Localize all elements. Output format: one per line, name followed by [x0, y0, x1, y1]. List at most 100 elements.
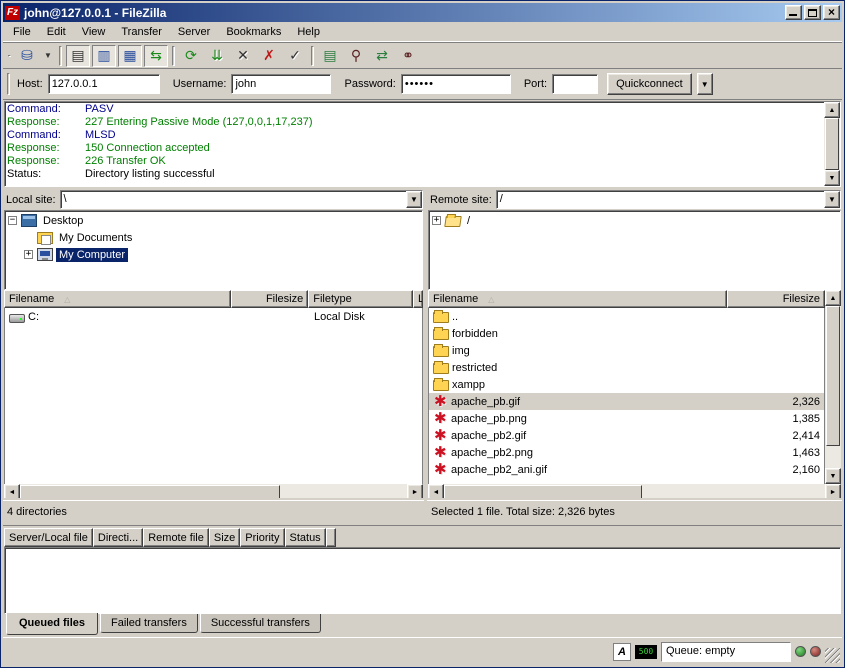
file-row[interactable]: apache_pb.gif 2,326	[429, 393, 824, 410]
file-row[interactable]: ..	[429, 308, 824, 325]
site-manager-dropdown-icon[interactable]: ▼	[41, 45, 55, 67]
remote-vscrollbar[interactable]: ▲ ▼	[825, 290, 841, 484]
drive-icon	[9, 314, 25, 323]
queue-body[interactable]	[4, 547, 841, 614]
queue-column-header[interactable]: Priority	[240, 528, 284, 547]
column-header-lastmodified[interactable]: L	[413, 290, 423, 308]
maximize-button[interactable]	[804, 5, 821, 20]
toggle-queue-icon[interactable]: ⇆	[144, 45, 168, 67]
file-row[interactable]: apache_pb.png 1,385	[429, 410, 824, 427]
quickconnect-button[interactable]: Quickconnect	[607, 73, 692, 95]
queue-column-header[interactable]	[326, 528, 336, 547]
process-queue-icon[interactable]: ⇊	[205, 45, 229, 67]
filter-icon[interactable]: ⚲	[344, 45, 368, 67]
minimize-button[interactable]	[785, 5, 802, 20]
folder-icon	[433, 380, 449, 391]
toggle-remote-tree-icon[interactable]: ▦	[118, 45, 142, 67]
tree-expander[interactable]: −	[8, 216, 17, 225]
file-row[interactable]: forbidden	[429, 325, 824, 342]
scroll-right-icon[interactable]: ►	[825, 484, 841, 500]
scroll-thumb[interactable]	[825, 118, 839, 170]
sort-asc-icon: △	[488, 295, 494, 304]
host-input[interactable]	[48, 74, 160, 94]
column-header-filesize[interactable]: Filesize	[727, 290, 825, 308]
column-header-filetype[interactable]: Filetype	[308, 290, 413, 308]
column-header-filesize[interactable]: Filesize	[231, 290, 308, 308]
menu-item[interactable]: Help	[289, 24, 328, 40]
scroll-thumb[interactable]	[826, 306, 840, 446]
scroll-up-icon[interactable]: ▲	[824, 102, 840, 118]
tree-item[interactable]: My Documents	[5, 229, 422, 246]
file-row[interactable]: apache_pb2.png 1,463	[429, 444, 824, 461]
queue-column-header[interactable]: Directi...	[93, 528, 143, 547]
menu-item[interactable]: Transfer	[113, 24, 170, 40]
my-documents-icon	[37, 232, 53, 244]
tree-item[interactable]: + /	[429, 212, 840, 229]
queue-tab[interactable]: Successful transfers	[200, 614, 321, 633]
comparison-icon[interactable]: ⇄	[370, 45, 394, 67]
search-icon[interactable]: ⚭	[396, 45, 420, 67]
chevron-down-icon[interactable]: ▼	[406, 191, 422, 208]
title-bar[interactable]: Fz john@127.0.0.1 - FileZilla ×	[3, 3, 842, 22]
menu-item[interactable]: Bookmarks	[218, 24, 289, 40]
scroll-down-icon[interactable]: ▼	[825, 468, 841, 484]
scroll-thumb[interactable]	[20, 485, 280, 499]
remote-hscrollbar[interactable]: ◄ ►	[428, 484, 841, 500]
queue-column-header[interactable]: Server/Local file	[4, 528, 93, 547]
file-row[interactable]: xampp	[429, 376, 824, 393]
scroll-up-icon[interactable]: ▲	[825, 290, 841, 306]
queue-column-header[interactable]: Status	[285, 528, 326, 547]
scroll-left-icon[interactable]: ◄	[428, 484, 444, 500]
log-line: Response: 226 Transfer OK	[7, 155, 822, 168]
toggle-local-tree-icon[interactable]: ▥	[92, 45, 116, 67]
menu-item[interactable]: Edit	[39, 24, 74, 40]
tree-item[interactable]: + My Computer	[5, 246, 422, 263]
queue-tab[interactable]: Queued files	[6, 613, 98, 635]
menu-item[interactable]: Server	[170, 24, 218, 40]
tree-item[interactable]: − Desktop	[5, 212, 422, 229]
file-row[interactable]: img	[429, 342, 824, 359]
reconnect-icon[interactable]: ✓	[283, 45, 307, 67]
log-scrollbar[interactable]: ▲ ▼	[824, 102, 840, 186]
queue-column-header[interactable]: Remote file	[143, 528, 209, 547]
file-row[interactable]: C: Local Disk	[5, 308, 423, 325]
scroll-thumb[interactable]	[444, 485, 642, 499]
quickconnect-dropdown-icon[interactable]: ▼	[697, 73, 713, 95]
tree-expander[interactable]: +	[24, 250, 33, 259]
remote-status-text: Selected 1 file. Total size: 2,326 bytes	[427, 500, 842, 522]
tree-expander[interactable]: +	[432, 216, 441, 225]
toolbar-separator[interactable]	[311, 46, 314, 66]
site-manager-icon[interactable]: ⛁	[15, 45, 39, 67]
scroll-down-icon[interactable]: ▼	[824, 170, 840, 186]
scroll-left-icon[interactable]: ◄	[4, 484, 20, 500]
disconnect-icon[interactable]: ✗	[257, 45, 281, 67]
resize-grip[interactable]	[825, 648, 840, 663]
directory-listing-icon[interactable]: ▤	[318, 45, 342, 67]
menu-item[interactable]: View	[74, 24, 114, 40]
password-input[interactable]	[401, 74, 511, 94]
scroll-right-icon[interactable]: ►	[407, 484, 423, 500]
toolbar-separator[interactable]	[172, 46, 175, 66]
menu-item[interactable]: File	[5, 24, 39, 40]
close-button[interactable]: ×	[823, 5, 840, 20]
file-row[interactable]: restricted	[429, 359, 824, 376]
column-header-filename[interactable]: Filename△	[428, 290, 727, 308]
local-site-combobox[interactable]: \ ▼	[60, 190, 423, 209]
toggle-log-icon[interactable]: ▤	[66, 45, 90, 67]
file-panes: Local site: \ ▼ − Desktop My Documents	[3, 189, 842, 522]
local-hscrollbar[interactable]: ◄ ►	[4, 484, 423, 500]
cancel-icon[interactable]: ✕	[231, 45, 255, 67]
toolbar-grip[interactable]	[8, 55, 11, 57]
refresh-icon[interactable]: ⟳	[179, 45, 203, 67]
column-header-filename[interactable]: Filename△	[4, 290, 231, 308]
username-input[interactable]	[231, 74, 331, 94]
toolbar-separator[interactable]	[59, 46, 62, 66]
quickconnect-grip[interactable]	[7, 73, 10, 95]
port-input[interactable]	[552, 74, 598, 94]
queue-column-header[interactable]: Size	[209, 528, 240, 547]
remote-site-combobox[interactable]: / ▼	[496, 190, 841, 209]
queue-tab[interactable]: Failed transfers	[100, 614, 198, 633]
file-row[interactable]: apache_pb2_ani.gif 2,160	[429, 461, 824, 478]
file-row[interactable]: apache_pb2.gif 2,414	[429, 427, 824, 444]
chevron-down-icon[interactable]: ▼	[824, 191, 840, 208]
